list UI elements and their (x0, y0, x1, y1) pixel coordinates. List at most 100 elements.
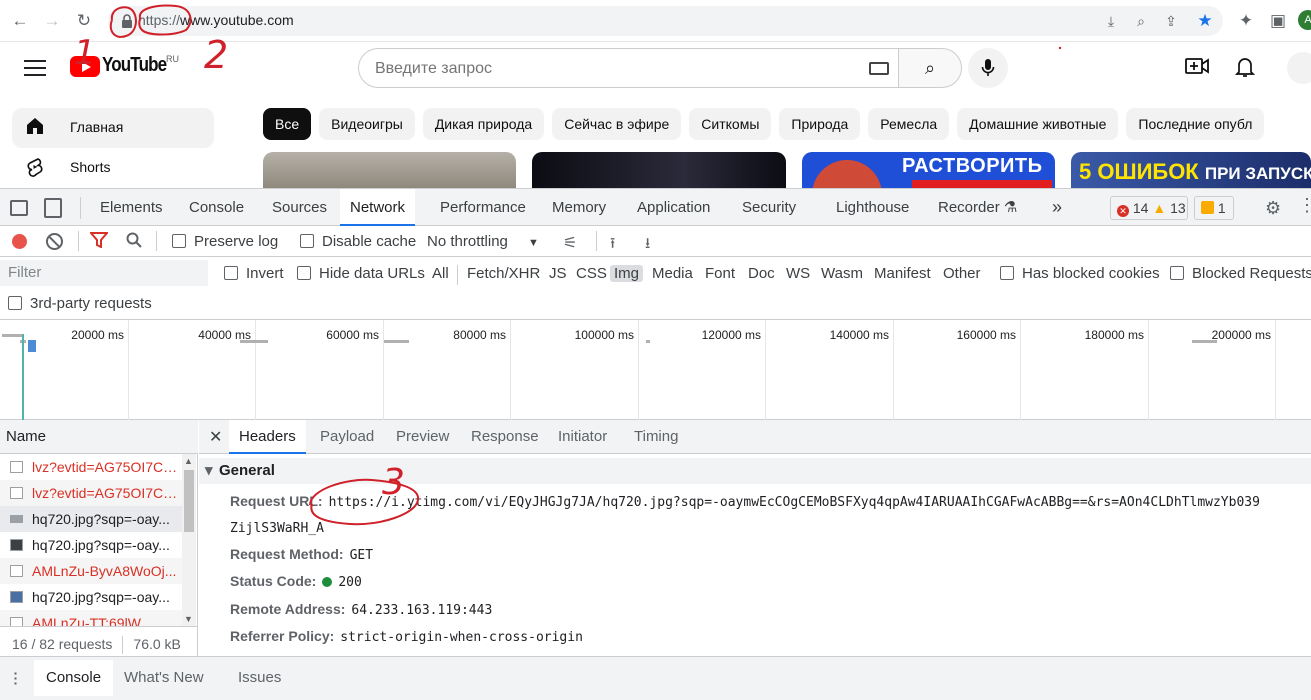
chip[interactable]: Ремесла (868, 108, 950, 140)
drawer-tab-console[interactable]: Console (34, 660, 114, 696)
filter-icon[interactable] (88, 232, 110, 251)
search-icon[interactable] (126, 232, 142, 253)
tab-recorder[interactable]: Recorder ⚗ (928, 189, 1027, 226)
filter-type-css[interactable]: CSS (576, 265, 607, 282)
request-url-value[interactable]: https://i.ytimg.com/vi/EQyJHGJg7JA/hq720… (329, 495, 1260, 510)
profile-avatar[interactable]: A (1298, 10, 1311, 30)
tab-headers[interactable]: Headers (229, 420, 306, 454)
more-tabs-icon[interactable]: » (1042, 189, 1072, 226)
throttling-select[interactable]: No throttling ▼ (427, 233, 539, 250)
voice-search-button[interactable] (968, 48, 1008, 88)
scroll-down-icon[interactable]: ▼ (184, 614, 193, 624)
blocked-cookies-checkbox[interactable]: Has blocked cookies (1000, 265, 1160, 282)
blocked-requests-checkbox[interactable]: Blocked Requests (1170, 265, 1311, 282)
video-thumbnail[interactable] (532, 152, 786, 188)
inspect-element-icon[interactable] (10, 200, 28, 216)
export-har-icon[interactable]: ⭳ (645, 233, 650, 258)
invert-checkbox[interactable]: Invert (224, 265, 284, 282)
address-bar[interactable]: https://www.youtube.com ⤓ ⌕ ⇪ ★ (108, 6, 1223, 36)
preserve-log-checkbox[interactable]: Preserve log (172, 233, 278, 250)
chip[interactable]: Последние опубл (1126, 108, 1265, 140)
video-thumbnail[interactable]: РАСТВОРИТЬ (802, 152, 1055, 188)
general-section-header[interactable]: General (199, 458, 1311, 484)
drawer-menu-icon[interactable] (14, 671, 17, 685)
zoom-icon[interactable]: ⌕ (1132, 12, 1150, 30)
back-icon[interactable]: ← (8, 9, 32, 33)
tab-network[interactable]: Network (340, 189, 416, 226)
column-header-name[interactable]: Name (0, 420, 198, 454)
notifications-bell-icon[interactable] (1232, 56, 1258, 80)
search-input[interactable]: Введите запрос (375, 60, 492, 78)
forward-icon[interactable]: → (40, 9, 64, 33)
filter-type-ws[interactable]: WS (786, 265, 810, 282)
tab-memory[interactable]: Memory (542, 189, 616, 226)
scrollbar-thumb[interactable] (184, 470, 194, 532)
create-video-icon[interactable] (1184, 56, 1210, 80)
bookmark-star-icon[interactable]: ★ (1196, 12, 1214, 30)
tab-security[interactable]: Security (732, 189, 806, 226)
tab-console[interactable]: Console (179, 189, 254, 226)
request-row[interactable]: AMLnZu-ByvA8WoOj... (0, 558, 182, 584)
filter-type-js[interactable]: JS (549, 265, 567, 282)
tab-sources[interactable]: Sources (262, 189, 337, 226)
import-har-icon[interactable]: ⭱ (610, 233, 615, 258)
request-row[interactable]: lvz?evtid=AG75OI7Cu... (0, 480, 182, 506)
tab-application[interactable]: Application (627, 189, 720, 226)
extensions-icon[interactable]: ✦ (1234, 9, 1258, 33)
url-text[interactable]: https://www.youtube.com (138, 12, 294, 28)
request-row[interactable]: hq720.jpg?sqp=-oay... (0, 506, 182, 532)
tab-timing[interactable]: Timing (624, 420, 688, 454)
filter-type-media[interactable]: Media (652, 265, 693, 282)
issues-badge[interactable]: 1 (1194, 196, 1234, 220)
tab-performance[interactable]: Performance (430, 189, 536, 226)
sidebar-item-shorts[interactable]: Shorts (12, 148, 214, 188)
filter-type-doc[interactable]: Doc (748, 265, 775, 282)
keyboard-icon[interactable] (869, 62, 889, 75)
network-conditions-icon[interactable]: ⚟ (563, 233, 577, 253)
network-overview-timeline[interactable]: 20000 ms 40000 ms 60000 ms 80000 ms 100000 m… (0, 320, 1311, 420)
filter-type-wasm[interactable]: Wasm (821, 265, 863, 282)
third-party-checkbox[interactable]: 3rd-party requests (8, 295, 152, 312)
tab-payload[interactable]: Payload (310, 420, 384, 454)
sidebar-item-home[interactable]: Главная (12, 108, 214, 148)
filter-type-all[interactable]: All (432, 265, 449, 282)
drawer-tab-issues[interactable]: Issues (226, 660, 293, 696)
account-avatar[interactable] (1287, 52, 1311, 84)
clear-icon[interactable] (46, 233, 63, 250)
kebab-menu-icon[interactable]: ⋮ (1298, 195, 1311, 216)
video-thumbnail[interactable] (263, 152, 516, 188)
error-warning-badge[interactable]: ✕ 14 ▲ 13 (1110, 196, 1188, 220)
request-row[interactable]: AMLnZu-TT:69lW... (0, 610, 182, 626)
tab-response[interactable]: Response (461, 420, 549, 454)
reload-icon[interactable]: ↻ (72, 9, 96, 33)
chip[interactable]: Дикая природа (422, 108, 545, 140)
disable-cache-checkbox[interactable]: Disable cache (300, 233, 416, 250)
record-icon[interactable] (12, 234, 27, 249)
lock-icon[interactable] (120, 14, 134, 28)
search-box[interactable]: Введите запрос (358, 48, 898, 88)
chip[interactable]: Видеоигры (319, 108, 415, 140)
hide-data-urls-checkbox[interactable]: Hide data URLs (297, 265, 425, 282)
side-panel-icon[interactable]: ▣ (1266, 9, 1290, 33)
chip[interactable]: Сейчас в эфире (552, 108, 682, 140)
device-toolbar-icon[interactable] (44, 198, 62, 218)
tab-elements[interactable]: Elements (90, 189, 173, 226)
chip[interactable]: Все (263, 108, 312, 140)
close-icon[interactable]: ✕ (209, 427, 222, 447)
menu-icon[interactable] (24, 60, 46, 76)
chip[interactable]: Природа (779, 108, 861, 140)
filter-type-other[interactable]: Other (943, 265, 981, 282)
request-row[interactable]: hq720.jpg?sqp=-oay... (0, 532, 182, 558)
tab-preview[interactable]: Preview (386, 420, 459, 454)
filter-type-manifest[interactable]: Manifest (874, 265, 931, 282)
request-row[interactable]: lvz?evtid=AG75OI7Cu... (0, 454, 182, 480)
filter-type-img[interactable]: Img (610, 265, 644, 282)
filter-type-font[interactable]: Font (705, 265, 735, 282)
filter-input[interactable]: Filter (0, 260, 208, 286)
request-row[interactable]: hq720.jpg?sqp=-oay... (0, 584, 182, 610)
tab-initiator[interactable]: Initiator (548, 420, 617, 454)
chip[interactable]: Ситкомы (689, 108, 772, 140)
video-thumbnail[interactable]: 5 ОШИБОК ПРИ ЗАПУСКЕ (1071, 152, 1311, 188)
settings-gear-icon[interactable]: ⚙ (1265, 198, 1281, 219)
share-icon[interactable]: ⇪ (1162, 12, 1180, 30)
